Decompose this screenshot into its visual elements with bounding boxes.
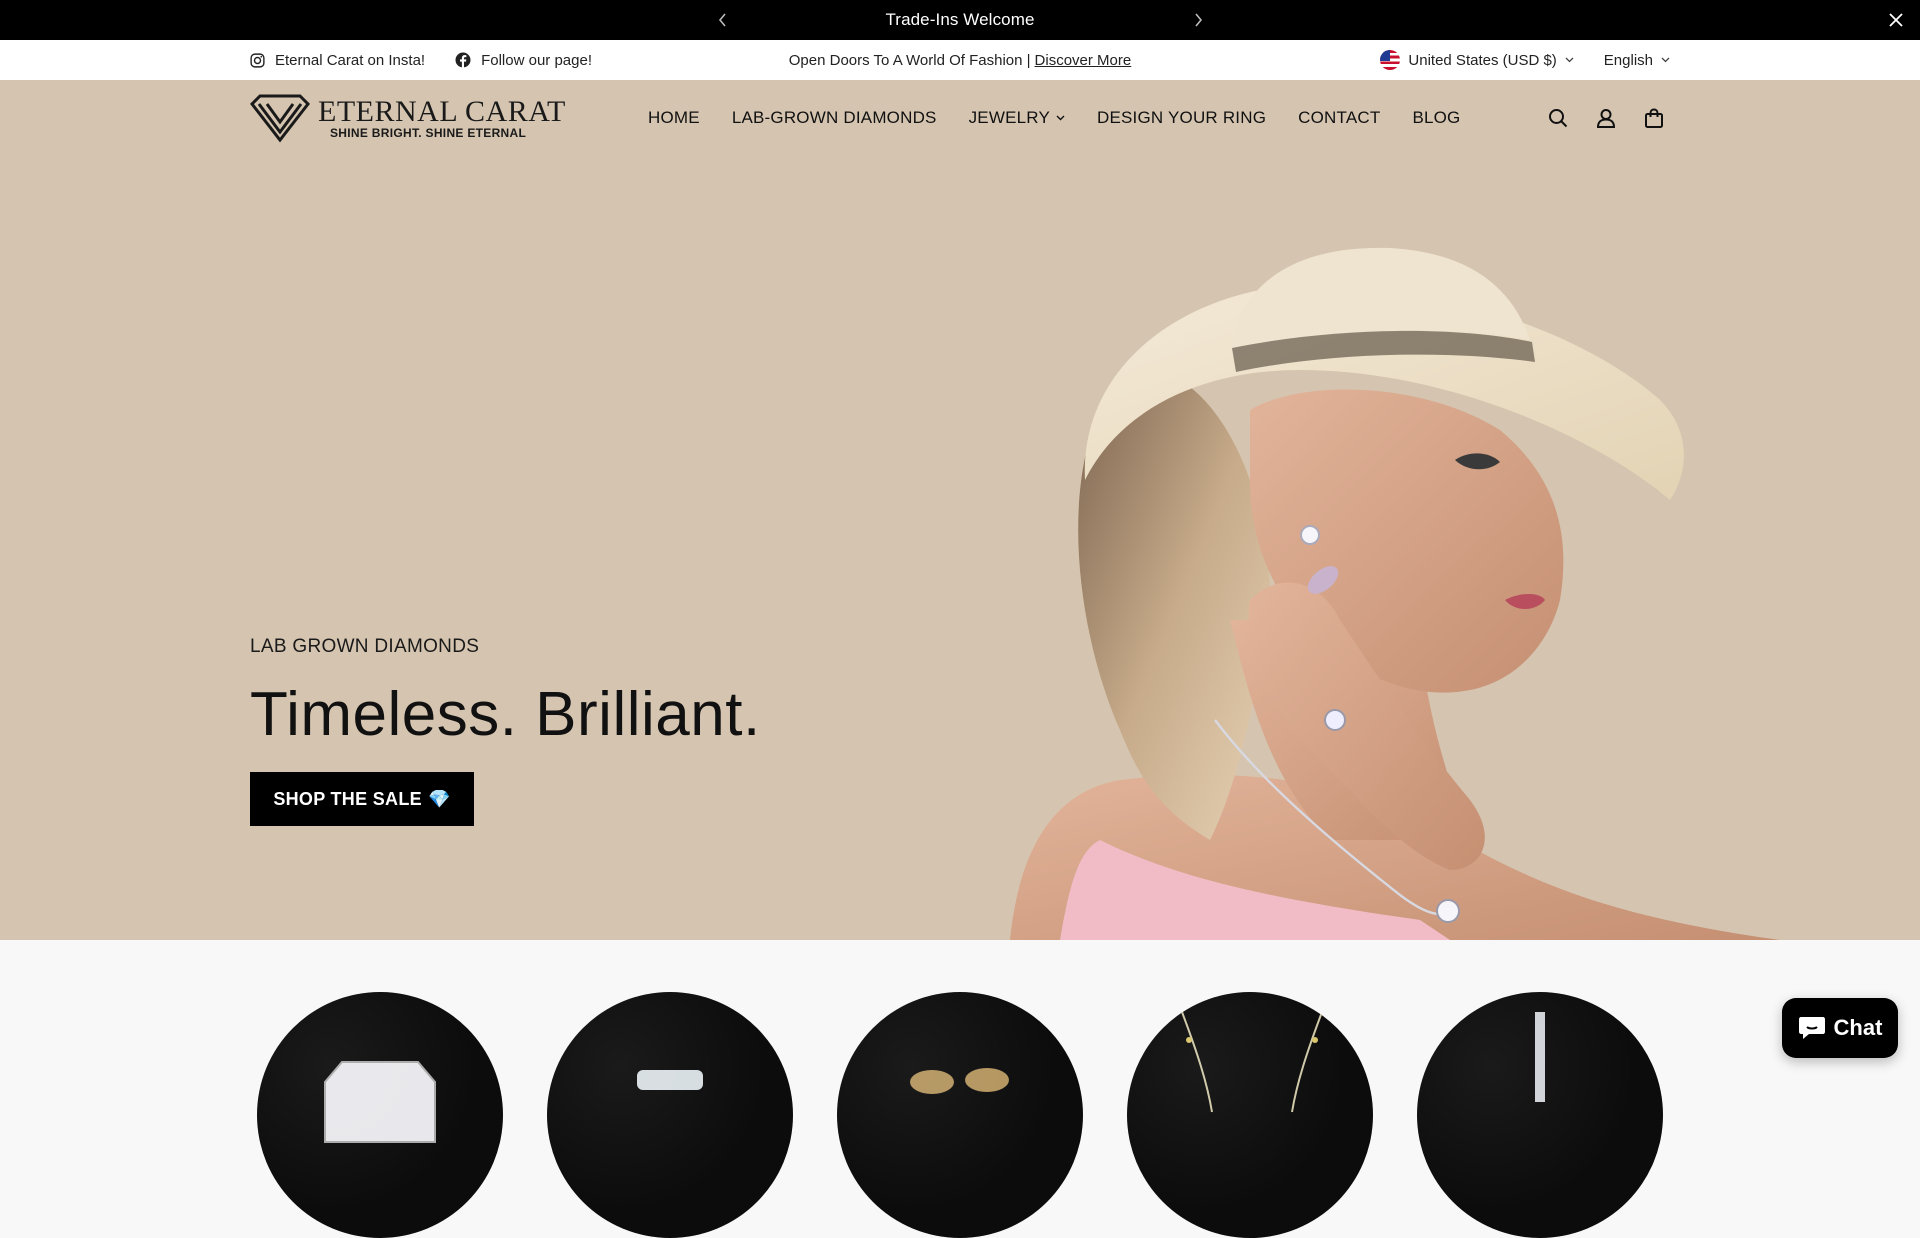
search-icon	[1549, 109, 1568, 128]
announcement-close-button[interactable]	[1886, 10, 1906, 30]
chevron-right-icon	[1195, 13, 1203, 27]
chevron-down-icon	[1565, 57, 1574, 63]
main-nav: HOME LAB-GROWN DIAMONDS JEWELRY DESIGN Y…	[648, 80, 1460, 156]
instagram-link[interactable]: Eternal Carat on Insta!	[250, 52, 425, 69]
cart-icon	[1645, 108, 1663, 128]
ring-icon	[637, 1070, 703, 1090]
category-necklace[interactable]	[1127, 992, 1373, 1238]
facebook-link[interactable]: Follow our page!	[455, 52, 592, 69]
facebook-label: Follow our page!	[481, 51, 592, 69]
hero-content: LAB GROWN DIAMONDS Timeless. Brilliant. …	[250, 636, 761, 826]
brand-logo[interactable]: ETERNAL CARAT SHINE BRIGHT. SHINE ETERNA…	[250, 94, 566, 144]
category-bracelet[interactable]	[1417, 992, 1663, 1238]
hero-title: Timeless. Brilliant.	[250, 680, 761, 749]
nav-contact[interactable]: CONTACT	[1298, 108, 1380, 128]
instagram-icon	[250, 52, 265, 68]
chat-button[interactable]: Chat	[1782, 998, 1898, 1058]
country-label: United States (USD $)	[1408, 51, 1557, 69]
category-diamond[interactable]	[257, 992, 503, 1238]
promo-text: Open Doors To A World Of Fashion |	[788, 51, 1031, 69]
search-button[interactable]	[1547, 107, 1569, 129]
bracelet-icon	[1535, 1012, 1545, 1102]
announcement-prev-button[interactable]	[713, 10, 733, 30]
utility-bar: Open Doors To A World Of Fashion | Disco…	[0, 40, 1920, 80]
header-icons	[1547, 80, 1665, 156]
chevron-down-icon	[1056, 115, 1065, 121]
category-earrings[interactable]	[837, 992, 1083, 1238]
chat-label: Chat	[1833, 1015, 1883, 1040]
nav-design-your-ring-label: DESIGN YOUR RING	[1096, 108, 1267, 127]
shop-the-sale-button[interactable]: SHOP THE SALE 💎	[250, 772, 474, 826]
facebook-icon	[455, 52, 471, 68]
locale-selectors: United States (USD $) English	[1380, 40, 1670, 80]
nav-blog[interactable]: BLOG	[1412, 108, 1460, 128]
account-button[interactable]	[1595, 107, 1617, 129]
chevron-left-icon	[718, 13, 726, 27]
category-carousel	[0, 940, 1920, 1238]
announcement-next-button[interactable]	[1188, 10, 1208, 30]
account-icon	[1596, 109, 1616, 128]
language-label: English	[1603, 51, 1653, 69]
announcement-bar: Trade-Ins Welcome	[0, 0, 1920, 40]
us-flag-icon	[1380, 50, 1401, 70]
nav-contact-label: CONTACT	[1298, 108, 1381, 127]
nav-home-label: HOME	[648, 108, 700, 127]
chevron-down-icon	[1661, 57, 1670, 63]
nav-design-your-ring[interactable]: DESIGN YOUR RING	[1097, 108, 1266, 128]
country-selector[interactable]: United States (USD $)	[1380, 50, 1574, 70]
necklace-icon	[1181, 1011, 1323, 1113]
nav-home[interactable]: HOME	[648, 108, 700, 128]
language-selector[interactable]: English	[1604, 52, 1670, 69]
discover-more-link[interactable]: Discover More	[1035, 52, 1132, 69]
nav-blog-label: BLOG	[1412, 108, 1461, 127]
chat-bubble-icon	[1798, 1017, 1825, 1039]
nav-jewelry-label: JEWELRY	[968, 108, 1050, 127]
cart-button[interactable]	[1643, 107, 1665, 129]
diamond-icon	[324, 1061, 436, 1143]
instagram-label: Eternal Carat on Insta!	[275, 51, 426, 69]
gem-emoji-icon: 💎	[427, 788, 451, 809]
nav-lab-grown-diamonds-label: LAB-GROWN DIAMONDS	[731, 108, 937, 127]
cta-label: SHOP THE SALE	[273, 788, 422, 809]
nav-lab-grown-diamonds[interactable]: LAB-GROWN DIAMONDS	[732, 108, 937, 128]
site-header: ETERNAL CARAT SHINE BRIGHT. SHINE ETERNA…	[0, 80, 1920, 156]
social-links: Eternal Carat on Insta! Follow our page!	[250, 40, 592, 80]
brand-tagline: SHINE BRIGHT. SHINE ETERNAL	[330, 126, 527, 140]
hero-subtitle: LAB GROWN DIAMONDS	[250, 636, 480, 657]
diamond-logo-icon	[250, 94, 310, 143]
brand-name: ETERNAL CARAT	[318, 95, 566, 128]
nav-jewelry[interactable]: JEWELRY	[969, 108, 1065, 128]
category-ring[interactable]	[547, 992, 793, 1238]
announcement-text: Trade-Ins Welcome	[885, 10, 1035, 29]
earrings-icon	[910, 1068, 1009, 1094]
close-icon	[1889, 13, 1903, 27]
